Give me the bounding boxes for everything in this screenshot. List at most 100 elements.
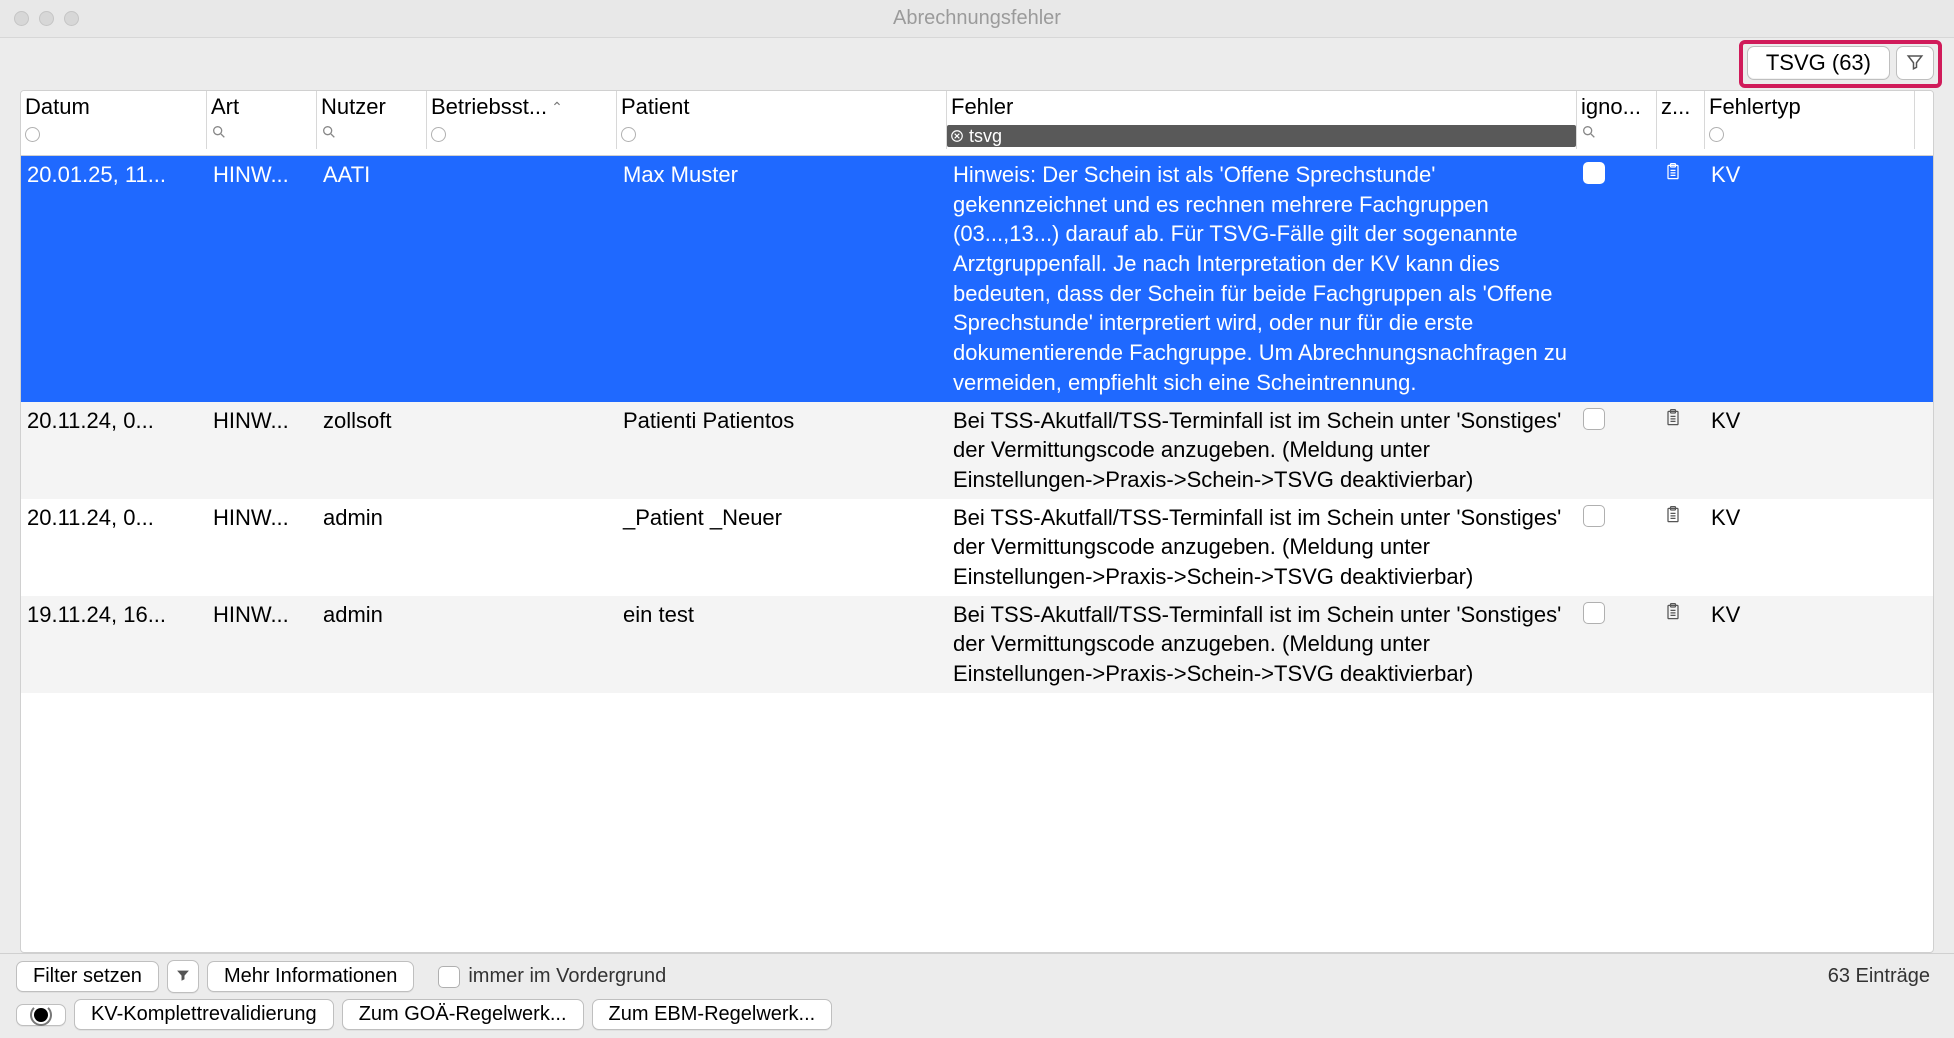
table-body[interactable]: 20.01.25, 11...HINW...AATIMax MusterHinw…	[21, 156, 1933, 952]
titlebar: Abrechnungsfehler	[0, 0, 1954, 38]
toolbar: TSVG (63)	[0, 38, 1954, 90]
immer-vordergrund-label: immer im Vordergrund	[468, 965, 666, 988]
search-icon	[321, 124, 337, 145]
ignore-checkbox[interactable]	[1583, 162, 1605, 184]
cell-art: HINW...	[207, 402, 317, 499]
bottom-bar: Filter setzen Mehr Informationen immer i…	[0, 953, 1954, 1038]
cell-art: HINW...	[207, 156, 317, 402]
circle-icon	[25, 127, 40, 142]
tsvg-filter-badge[interactable]: TSVG (63)	[1747, 46, 1890, 80]
kv-revalid-button[interactable]: KV-Komplettrevalidierung	[74, 999, 334, 1030]
table-row[interactable]: 20.11.24, 0...HINW...admin _Patient _Neue…	[21, 499, 1933, 596]
filter-patient[interactable]	[617, 123, 947, 149]
cell-fehler: Bei TSS-Akutfall/TSS-Terminfall ist im S…	[947, 596, 1577, 693]
col-igno[interactable]: igno...	[1577, 91, 1657, 123]
bottom-row-2: KV-Komplettrevalidierung Zum GOÄ-Regelwe…	[16, 999, 1934, 1030]
error-table: Datum Art Nutzer Betriebsst... ⌃ Patient…	[20, 90, 1934, 953]
cell-betriebsst	[427, 156, 617, 402]
table-row[interactable]: 20.11.24, 0...HINW...zollsoftPatienti Pa…	[21, 402, 1933, 499]
filter-betriebsst[interactable]	[427, 123, 617, 149]
cell-art: HINW...	[207, 596, 317, 693]
cell-patient: ein test	[617, 596, 947, 693]
window-title: Abrechnungsfehler	[0, 7, 1954, 30]
cell-fehler: Bei TSS-Akutfall/TSS-Terminfall ist im S…	[947, 402, 1577, 499]
col-betriebsst-label: Betriebsst...	[431, 94, 547, 120]
cell-art: HINW...	[207, 499, 317, 596]
filter-fehler-value: tsvg	[969, 126, 1002, 147]
circle-icon	[621, 127, 636, 142]
clipboard-icon	[1663, 600, 1683, 632]
cell-datum: 19.11.24, 16...	[21, 596, 207, 693]
cell-betriebsst	[427, 596, 617, 693]
bottom-row-1: Filter setzen Mehr Informationen immer i…	[16, 960, 1934, 993]
filter-nutzer[interactable]	[317, 123, 427, 149]
col-fehler[interactable]: Fehler	[947, 91, 1577, 123]
filter-datum[interactable]	[21, 123, 207, 149]
filter-fehler[interactable]: tsvg	[947, 123, 1577, 149]
sort-asc-icon: ⌃	[551, 99, 563, 116]
filter-igno[interactable]	[1577, 123, 1657, 149]
cell-patient: _Patient _Neuer	[617, 499, 947, 596]
table-row[interactable]: 19.11.24, 16...HINW...admin ein testBei T…	[21, 596, 1933, 693]
filter-art[interactable]	[207, 123, 317, 149]
cell-nutzer: AATI	[317, 156, 427, 402]
col-z[interactable]: z...	[1657, 91, 1705, 123]
search-icon	[211, 124, 227, 145]
filter-setzen-button[interactable]: Filter setzen	[16, 961, 159, 992]
cell-fehlertyp: KV	[1705, 156, 1915, 402]
immer-vordergrund-checkbox[interactable]	[438, 966, 460, 988]
filter-z[interactable]	[1657, 123, 1705, 149]
cell-patient: Max Muster	[617, 156, 947, 402]
cell-igno	[1577, 499, 1657, 596]
cell-z[interactable]	[1657, 596, 1705, 693]
cell-datum: 20.11.24, 0...	[21, 499, 207, 596]
table-settings-button[interactable]	[1933, 122, 1934, 140]
col-art[interactable]: Art	[207, 91, 317, 123]
table-row[interactable]: 20.01.25, 11...HINW...AATIMax MusterHinw…	[21, 156, 1933, 402]
cell-igno	[1577, 156, 1657, 402]
funnel-small-icon	[176, 965, 190, 988]
cell-z[interactable]	[1657, 402, 1705, 499]
clipboard-icon	[1663, 406, 1683, 438]
search-icon	[1581, 124, 1597, 145]
cell-fehlertyp: KV	[1705, 402, 1915, 499]
cell-nutzer: admin	[317, 499, 427, 596]
refresh-button[interactable]	[16, 1004, 66, 1026]
cell-z[interactable]	[1657, 156, 1705, 402]
ignore-checkbox[interactable]	[1583, 602, 1605, 624]
cell-datum: 20.11.24, 0...	[21, 402, 207, 499]
circle-icon	[431, 127, 446, 142]
col-fehlertyp[interactable]: Fehlertyp	[1705, 91, 1915, 123]
ignore-checkbox[interactable]	[1583, 408, 1605, 430]
cell-betriebsst	[427, 402, 617, 499]
cell-datum: 20.01.25, 11...	[21, 156, 207, 402]
header-label-row: Datum Art Nutzer Betriebsst... ⌃ Patient…	[21, 91, 1933, 123]
cell-betriebsst	[427, 499, 617, 596]
circle-icon	[1709, 127, 1724, 142]
col-patient[interactable]: Patient	[617, 91, 947, 123]
zum-goa-button[interactable]: Zum GOÄ-Regelwerk...	[342, 999, 584, 1030]
col-nutzer[interactable]: Nutzer	[317, 91, 427, 123]
app-window: Abrechnungsfehler TSVG (63) Datum Art Nu…	[0, 0, 1954, 1038]
filter-button[interactable]	[1896, 46, 1934, 80]
zum-ebm-button[interactable]: Zum EBM-Regelwerk...	[592, 999, 833, 1030]
ignore-checkbox[interactable]	[1583, 505, 1605, 527]
refresh-icon	[34, 1008, 48, 1022]
clipboard-icon	[1663, 160, 1683, 192]
col-betriebsst[interactable]: Betriebsst... ⌃	[427, 91, 617, 123]
filter-fehler-active[interactable]: tsvg	[947, 125, 1576, 147]
funnel-icon	[1906, 53, 1924, 74]
clipboard-icon	[1663, 503, 1683, 535]
cell-igno	[1577, 402, 1657, 499]
table-header: Datum Art Nutzer Betriebsst... ⌃ Patient…	[21, 91, 1933, 156]
filter-dropdown-button[interactable]	[167, 960, 199, 993]
cell-patient: Patienti Patientos	[617, 402, 947, 499]
col-datum[interactable]: Datum	[21, 91, 207, 123]
filter-fehlertyp[interactable]	[1705, 123, 1915, 149]
cell-fehler: Bei TSS-Akutfall/TSS-Terminfall ist im S…	[947, 499, 1577, 596]
cell-nutzer: admin	[317, 596, 427, 693]
cell-z[interactable]	[1657, 499, 1705, 596]
entry-count-label: 63 Einträge	[1828, 965, 1930, 988]
clear-filter-icon[interactable]	[949, 128, 965, 144]
mehr-info-button[interactable]: Mehr Informationen	[207, 961, 414, 992]
